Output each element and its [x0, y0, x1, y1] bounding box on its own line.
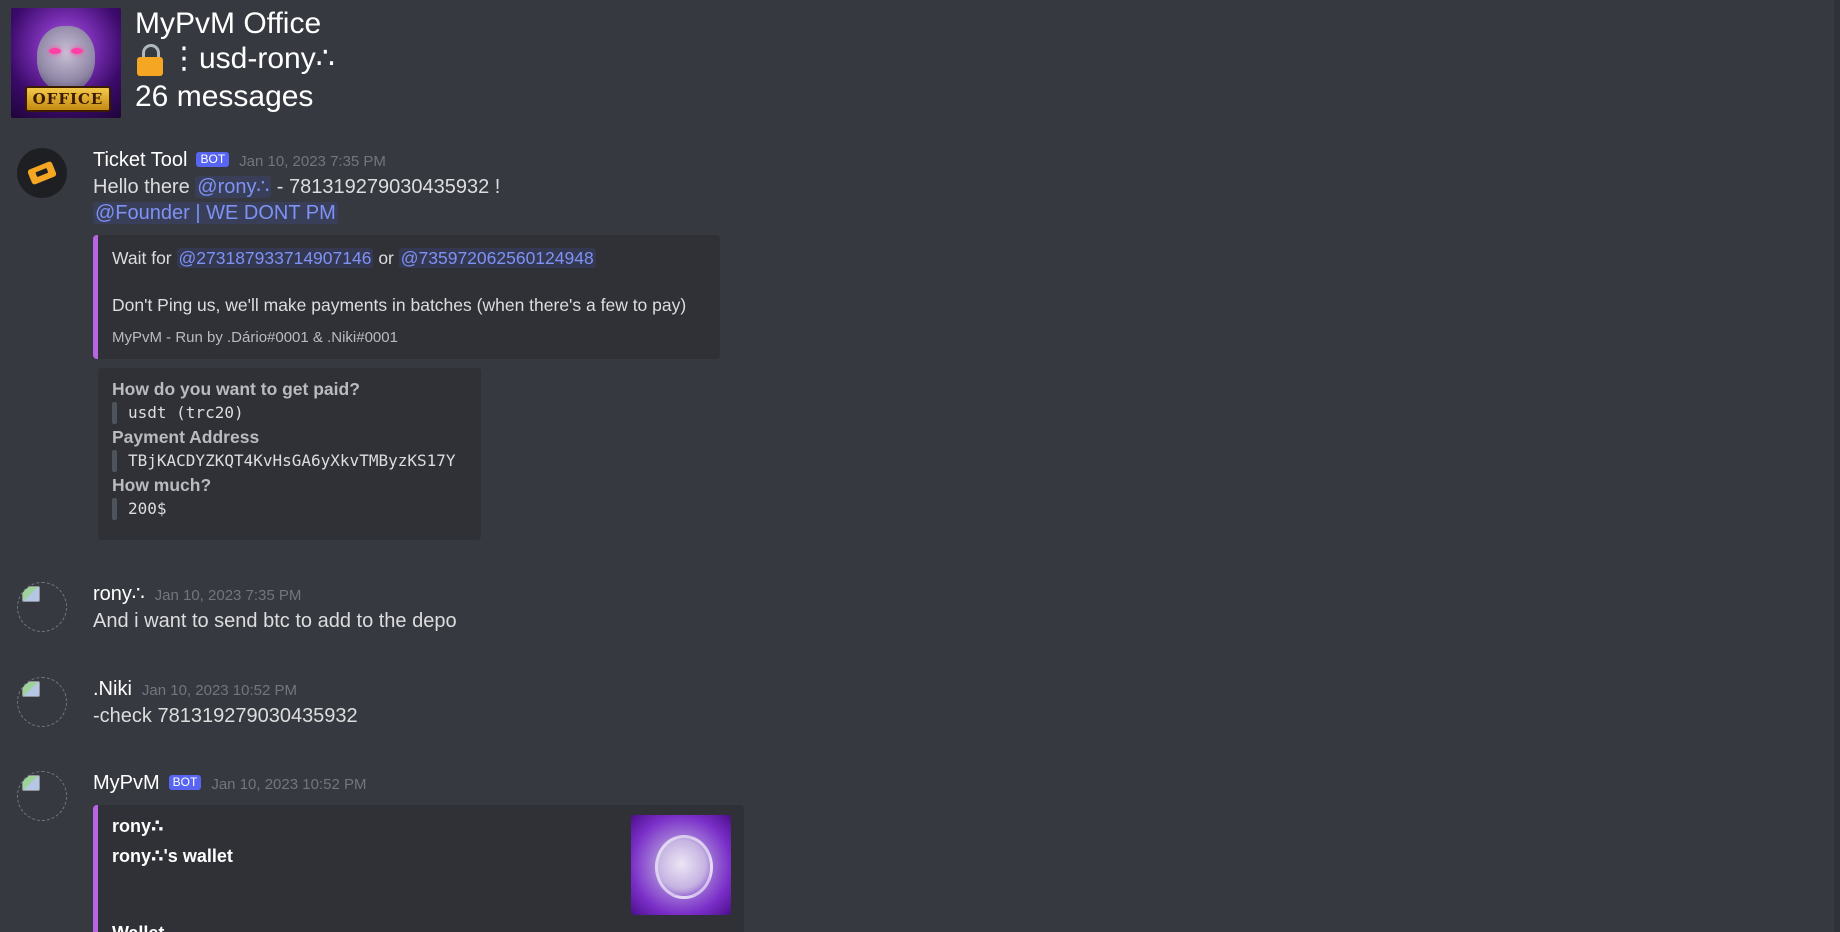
guild-icon-banner: OFFICE	[25, 86, 111, 112]
message-header: MyPvM BOT Jan 10, 2023 10:52 PM	[93, 771, 366, 795]
lock-icon	[137, 42, 163, 76]
message-content: .Niki Jan 10, 2023 10:52 PM -check 78131…	[93, 677, 358, 729]
field-name: Payment Address	[112, 427, 260, 447]
guild-icon-eye-left	[49, 48, 61, 54]
message-content: Ticket Tool BOT Jan 10, 2023 7:35 PM Hel…	[93, 148, 500, 226]
user-mention[interactable]: @273187933714907146	[176, 248, 374, 268]
embed-field-name: Wallet	[112, 923, 164, 932]
message-timestamp: Jan 10, 2023 10:52 PM	[211, 776, 367, 793]
role-mention[interactable]: @Founder | WE DONT PM	[93, 202, 338, 224]
field-name: How much?	[112, 475, 212, 495]
broken-image-icon[interactable]	[17, 677, 67, 727]
channel-name-line: ⋮usd-rony∴	[135, 40, 335, 78]
payment-fields-embed: How do you want to get paid? usdt (trc20…	[98, 368, 481, 540]
embed-title: rony∴'s wallet	[112, 846, 233, 866]
discord-export-page: OFFICE MyPvM Office ⋮usd-rony∴ 26 messag…	[0, 0, 1840, 932]
embed-footer: MyPvM - Run by .Dário#0001 & .Niki#0001	[112, 329, 398, 346]
author-name[interactable]: .Niki	[93, 677, 132, 701]
author-name[interactable]: rony∴	[93, 582, 145, 606]
message-text: -check 781319279030435932	[93, 705, 358, 727]
field-value: usdt (trc20)	[112, 400, 456, 426]
wallet-thumbnail-image[interactable]	[631, 815, 731, 915]
message-content: rony∴ Jan 10, 2023 7:35 PM And i want to…	[93, 582, 457, 634]
guild-icon-eye-right	[71, 48, 83, 54]
author-name[interactable]: Ticket Tool	[93, 148, 187, 172]
channel-name: ⋮usd-rony∴	[169, 42, 335, 75]
embed-text-part: Wait for	[112, 248, 177, 268]
message-timestamp: Jan 10, 2023 7:35 PM	[239, 153, 386, 170]
header-text: MyPvM Office ⋮usd-rony∴ 26 messages	[135, 8, 335, 116]
message-text-part: Hello there	[93, 176, 196, 198]
embed-author: rony∴	[112, 816, 164, 836]
ticket-embed: Wait for @273187933714907146 or @7359720…	[93, 235, 720, 359]
message-header: rony∴ Jan 10, 2023 7:35 PM	[93, 582, 457, 606]
bot-tag: BOT	[196, 152, 230, 167]
message-header: .Niki Jan 10, 2023 10:52 PM	[93, 677, 358, 701]
field-name: How do you want to get paid?	[112, 379, 360, 399]
broken-image-icon[interactable]	[17, 771, 67, 821]
wallet-embed: rony∴ rony∴'s wallet Wallet	[93, 805, 744, 932]
author-name[interactable]: MyPvM	[93, 771, 160, 795]
embed-description: Don't Ping us, we'll make payments in ba…	[112, 295, 687, 315]
user-mention[interactable]: @rony∴	[195, 176, 272, 198]
message-text: Hello there @rony∴ - 781319279030435932 …	[93, 174, 500, 200]
scrollbar[interactable]	[1834, 0, 1840, 932]
broken-image-icon[interactable]	[17, 582, 67, 632]
message-text: And i want to send btc to add to the dep…	[93, 610, 457, 632]
embed-wait-line: Wait for @273187933714907146 or @7359720…	[112, 247, 596, 269]
message-content: MyPvM BOT Jan 10, 2023 10:52 PM	[93, 771, 366, 795]
field-value: 200$	[112, 496, 456, 522]
guild-icon-face	[37, 26, 95, 92]
embed-fields: How do you want to get paid? usdt (trc20…	[112, 378, 456, 522]
message-text-part: - 781319279030435932 !	[271, 176, 501, 198]
message-header: Ticket Tool BOT Jan 10, 2023 7:35 PM	[93, 148, 500, 172]
embed-text-part: or	[373, 248, 399, 268]
guild-icon: OFFICE	[11, 8, 121, 118]
ticket-icon[interactable]	[17, 148, 67, 198]
message-timestamp: Jan 10, 2023 10:52 PM	[141, 682, 298, 699]
channel-header: OFFICE MyPvM Office ⋮usd-rony∴ 26 messag…	[11, 8, 335, 118]
message-timestamp: Jan 10, 2023 7:35 PM	[154, 587, 302, 604]
guild-name: MyPvM Office	[135, 7, 322, 40]
role-mention-line: @Founder | WE DONT PM	[93, 200, 500, 226]
field-value: TBjKACDYZKQT4KvHsGA6yXkvTMByzKS17Y	[112, 448, 456, 474]
bot-tag: BOT	[168, 775, 202, 790]
user-mention[interactable]: @735972062560124948	[398, 248, 596, 268]
message-count: 26 messages	[135, 80, 314, 113]
